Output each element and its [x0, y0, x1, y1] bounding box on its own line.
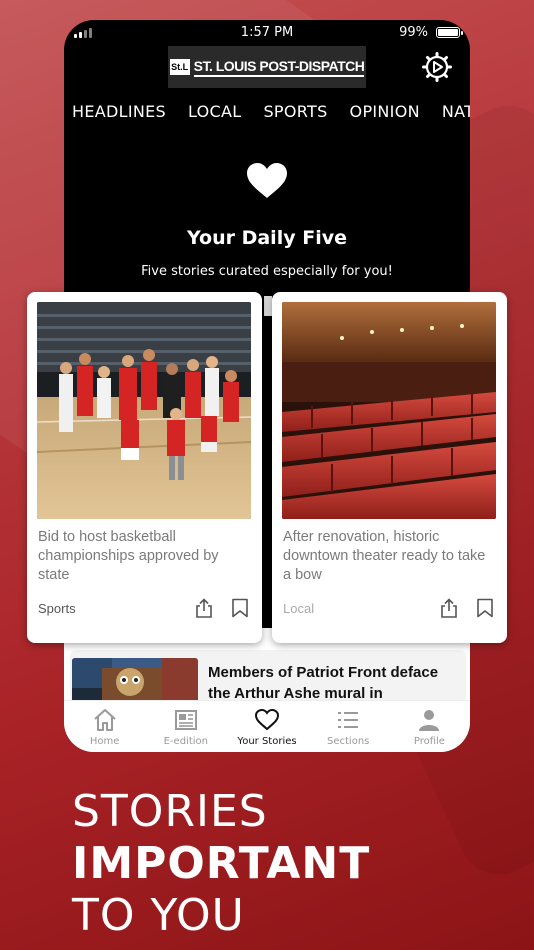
story-headline: After renovation, historic downtown thea… — [283, 529, 486, 583]
tabbar-label: Sections — [327, 736, 370, 747]
story-image-theater — [282, 302, 496, 519]
tabbar-label: Your Stories — [237, 736, 297, 747]
tabbar-home[interactable]: Home — [64, 701, 145, 752]
person-icon — [419, 710, 440, 731]
newspaper-icon — [174, 710, 197, 730]
tabbar-label: E-edition — [163, 736, 208, 747]
gear-icon[interactable] — [422, 52, 452, 82]
heart-icon — [254, 708, 280, 731]
bookmark-icon[interactable] — [231, 598, 249, 618]
promo-tagline: STORIES IMPORTANT TO YOU — [72, 786, 370, 942]
battery-percent: 99% — [399, 25, 428, 40]
story-card[interactable]: Bid to host basketball championships app… — [27, 292, 262, 643]
share-icon[interactable] — [440, 598, 458, 618]
story-section: Local — [283, 601, 315, 616]
list-item-headline: Members of Patriot Front deface the Arth… — [208, 664, 439, 702]
tabbar-profile[interactable]: Profile — [389, 701, 470, 752]
tabbar-label: Home — [89, 736, 120, 747]
story-headline: Bid to host basketball championships app… — [38, 529, 219, 583]
app-logo: St.L ST. LOUIS POST-DISPATCH — [168, 46, 366, 88]
tabbar-label: Profile — [413, 736, 445, 747]
tab-sports[interactable]: SPORTS — [263, 102, 327, 121]
tab-opinion[interactable]: OPINION — [350, 102, 420, 121]
list-icon — [338, 712, 359, 728]
tab-headlines[interactable]: HEADLINES — [72, 102, 166, 121]
story-section: Sports — [38, 601, 76, 616]
tagline-line: STORIES — [72, 786, 268, 837]
bookmark-icon[interactable] — [476, 598, 494, 618]
daily-five-title: Your Daily Five — [187, 227, 347, 249]
tagline-line: IMPORTANT — [72, 838, 371, 889]
tabbar-sections[interactable]: Sections — [308, 701, 389, 752]
section-tabs: HEADLINES LOCAL SPORTS OPINION NATION — [72, 102, 470, 121]
status-bar: 1:57 PM 99% — [64, 20, 470, 46]
tab-local[interactable]: LOCAL — [188, 102, 241, 121]
tagline-line: TO YOU — [72, 890, 245, 941]
tabbar-your-stories[interactable]: Your Stories — [226, 701, 307, 752]
story-card[interactable]: After renovation, historic downtown thea… — [272, 292, 507, 643]
share-icon[interactable] — [195, 598, 213, 618]
logo-text: ST. LOUIS POST-DISPATCH — [193, 58, 365, 77]
daily-five-subtitle: Five stories curated especially for you! — [141, 264, 393, 279]
battery-icon — [436, 27, 463, 38]
home-icon — [93, 709, 116, 731]
story-image-basketball — [37, 302, 251, 519]
bottom-tab-bar: Home E-edition Your Stories Sections Pro… — [64, 700, 470, 752]
tabbar-e-edition[interactable]: E-edition — [145, 701, 226, 752]
heart-icon — [247, 163, 287, 198]
card-peek — [264, 296, 272, 316]
tab-nation[interactable]: NATION — [442, 102, 470, 121]
logo-mark: St.L — [169, 59, 190, 75]
